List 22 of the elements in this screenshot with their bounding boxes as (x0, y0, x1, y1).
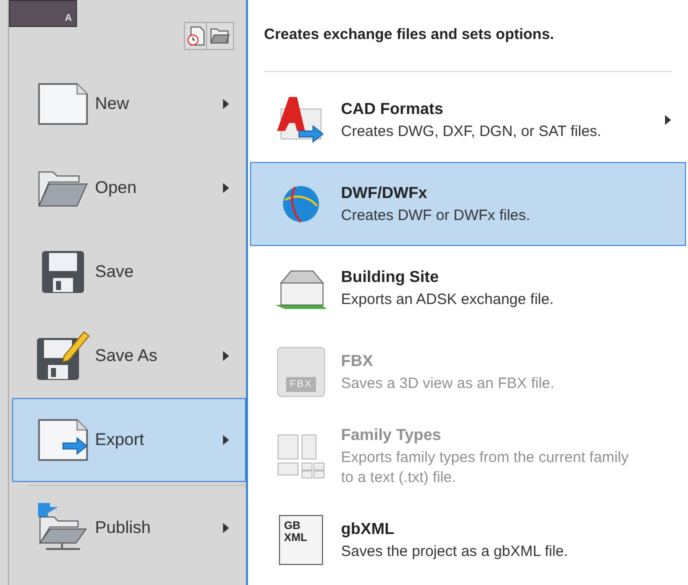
floppy-pencil-icon (36, 330, 90, 382)
menu-item[interactable]: Open (12, 146, 246, 230)
app-menu-button[interactable]: A (9, 0, 77, 27)
menu-item[interactable]: Publish (12, 486, 246, 570)
folder-icon (210, 28, 230, 44)
menu-item[interactable]: Save As (12, 314, 246, 398)
document-icon (37, 81, 89, 127)
folder-network-icon (36, 503, 90, 553)
document-clock-icon (186, 26, 204, 46)
globe-icon (281, 184, 321, 224)
xml-file-icon: GB XML (279, 515, 323, 565)
submenu-item[interactable]: CAD Formats Creates DWG, DXF, DGN, or SAT files. (250, 78, 686, 162)
menu-item[interactable]: Export (12, 398, 246, 482)
fbx-file-icon: FBX (277, 347, 325, 397)
submenu-item[interactable]: DWF/DWFx Creates DWF or DWFx files. (250, 162, 686, 246)
submenu-header: Creates exchange files and sets options. (264, 25, 554, 46)
submenu-item[interactable]: GB XML gbXML Saves the project as a gbXML file. (250, 498, 686, 582)
grid-tiles-icon (276, 433, 326, 479)
menu-item[interactable]: New (12, 62, 246, 146)
submenu-item[interactable]: Building Site Exports an ADSK exchange file. (250, 246, 686, 330)
menu-item[interactable]: Save (12, 230, 246, 314)
recent-documents-button[interactable] (185, 23, 207, 49)
